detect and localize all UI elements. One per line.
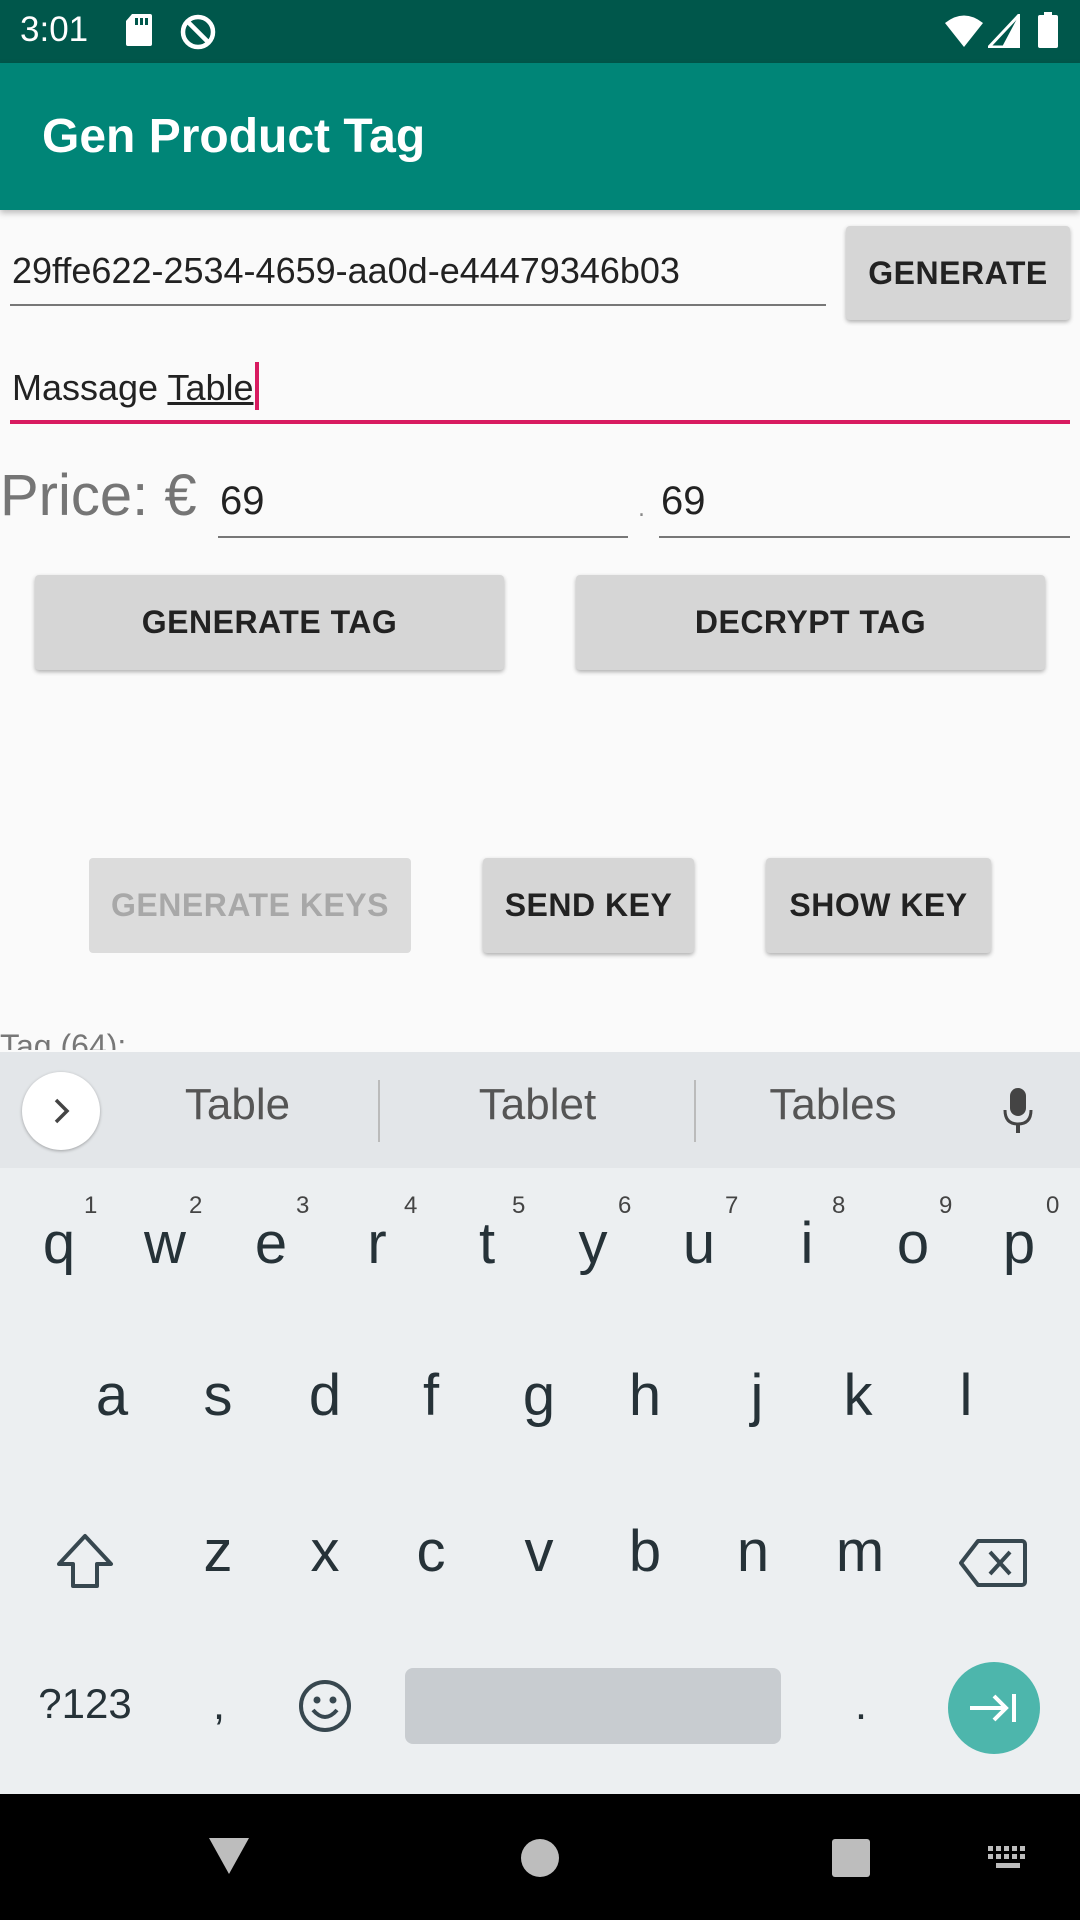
shift-icon[interactable]: [55, 1532, 115, 1590]
suggestion-expand-button[interactable]: [22, 1072, 100, 1150]
key-w[interactable]: w: [125, 1210, 205, 1277]
key-o[interactable]: o: [873, 1210, 953, 1277]
suggestion-3[interactable]: Tables: [728, 1080, 938, 1130]
key-k[interactable]: k: [818, 1362, 898, 1429]
tab-next-icon: [970, 1694, 1016, 1722]
chevron-right-icon: [54, 1098, 70, 1124]
enter-key[interactable]: [948, 1662, 1040, 1754]
key-i[interactable]: i: [767, 1210, 847, 1277]
back-icon[interactable]: [207, 1836, 251, 1876]
key-hint: 1: [84, 1192, 98, 1219]
microphone-icon[interactable]: [1003, 1086, 1033, 1136]
key-r[interactable]: r: [337, 1210, 417, 1277]
key-hint: 3: [296, 1192, 310, 1219]
product-name-text: Massage: [12, 367, 168, 408]
key-y[interactable]: y: [553, 1210, 633, 1277]
key-v[interactable]: v: [499, 1518, 579, 1585]
key-m[interactable]: m: [820, 1518, 900, 1585]
key-s[interactable]: s: [178, 1362, 258, 1429]
uuid-value: 29ffe622-2534-4659-aa0d-e44479346b03: [12, 250, 680, 291]
key-comma[interactable]: ,: [179, 1680, 259, 1730]
sd-card-icon: [126, 14, 152, 46]
key-h[interactable]: h: [605, 1362, 685, 1429]
keyboard-switch-icon[interactable]: [986, 1844, 1030, 1872]
signal-icon: [988, 14, 1020, 48]
price-decimal-field[interactable]: 69: [659, 470, 1070, 538]
key-t[interactable]: t: [447, 1210, 527, 1277]
key-j[interactable]: j: [717, 1362, 797, 1429]
status-time: 3:01: [20, 10, 89, 49]
home-icon[interactable]: [520, 1838, 560, 1878]
key-x[interactable]: x: [285, 1518, 365, 1585]
navigation-bar: [0, 1794, 1080, 1920]
generate-tag-button[interactable]: GENERATE TAG: [35, 575, 504, 670]
key-l[interactable]: l: [926, 1362, 1006, 1429]
key-a[interactable]: a: [72, 1362, 152, 1429]
product-name-value: Massage Table: [12, 362, 259, 410]
key-period[interactable]: .: [821, 1680, 901, 1730]
generate-keys-button[interactable]: GENERATE KEYS: [89, 858, 411, 953]
tag-label: Tag (64):: [0, 1028, 127, 1050]
key-e[interactable]: e: [231, 1210, 311, 1277]
suggestion-strip: Table Tablet Tables: [0, 1052, 1080, 1168]
send-key-button[interactable]: SEND KEY: [483, 858, 694, 953]
uuid-field[interactable]: 29ffe622-2534-4659-aa0d-e44479346b03: [10, 240, 826, 306]
key-q[interactable]: q: [19, 1210, 99, 1277]
suggestion-1[interactable]: Table: [140, 1080, 335, 1130]
suggestion-divider: [694, 1080, 696, 1142]
soft-keyboard: Table Tablet Tables q w e r t y u i o p …: [0, 1052, 1080, 1794]
price-decimal-value: 69: [661, 479, 706, 523]
backspace-icon[interactable]: [958, 1538, 1028, 1588]
key-g[interactable]: g: [499, 1362, 579, 1429]
price-integer-field[interactable]: 69: [218, 470, 628, 538]
key-hint: 7: [725, 1192, 739, 1219]
product-name-field[interactable]: Massage Table: [10, 356, 1070, 424]
key-hint: 9: [939, 1192, 953, 1219]
status-bar: 3:01: [0, 0, 1080, 63]
product-name-composing-word: Table: [167, 367, 254, 408]
app-bar: Gen Product Tag: [0, 63, 1080, 210]
key-hint: 8: [832, 1192, 846, 1219]
app-title: Gen Product Tag: [42, 110, 426, 163]
key-hint: 0: [1046, 1192, 1060, 1219]
sync-disabled-icon: [180, 14, 216, 50]
key-hint: 4: [404, 1192, 418, 1219]
symbols-key[interactable]: ?123: [25, 1680, 145, 1728]
key-hint: 5: [512, 1192, 526, 1219]
wifi-icon: [945, 15, 983, 47]
key-hint: 2: [189, 1192, 203, 1219]
key-b[interactable]: b: [605, 1518, 685, 1585]
show-key-button[interactable]: SHOW KEY: [766, 858, 991, 953]
price-label: Price: €: [0, 463, 197, 528]
key-hint: 6: [618, 1192, 632, 1219]
price-integer-value: 69: [220, 479, 265, 523]
text-cursor: [254, 362, 259, 410]
decimal-separator: .: [638, 497, 645, 522]
key-z[interactable]: z: [178, 1518, 258, 1585]
battery-icon: [1038, 12, 1058, 48]
emoji-icon[interactable]: [297, 1678, 353, 1734]
decrypt-tag-button[interactable]: DECRYPT TAG: [576, 575, 1045, 670]
key-d[interactable]: d: [285, 1362, 365, 1429]
key-c[interactable]: c: [391, 1518, 471, 1585]
key-f[interactable]: f: [391, 1362, 471, 1429]
key-n[interactable]: n: [713, 1518, 793, 1585]
recents-icon[interactable]: [831, 1838, 871, 1878]
key-p[interactable]: p: [979, 1210, 1059, 1277]
generate-button[interactable]: GENERATE: [846, 226, 1070, 320]
key-u[interactable]: u: [659, 1210, 739, 1277]
suggestion-divider: [378, 1080, 380, 1142]
space-key[interactable]: [405, 1668, 781, 1744]
suggestion-2[interactable]: Tablet: [420, 1080, 655, 1130]
